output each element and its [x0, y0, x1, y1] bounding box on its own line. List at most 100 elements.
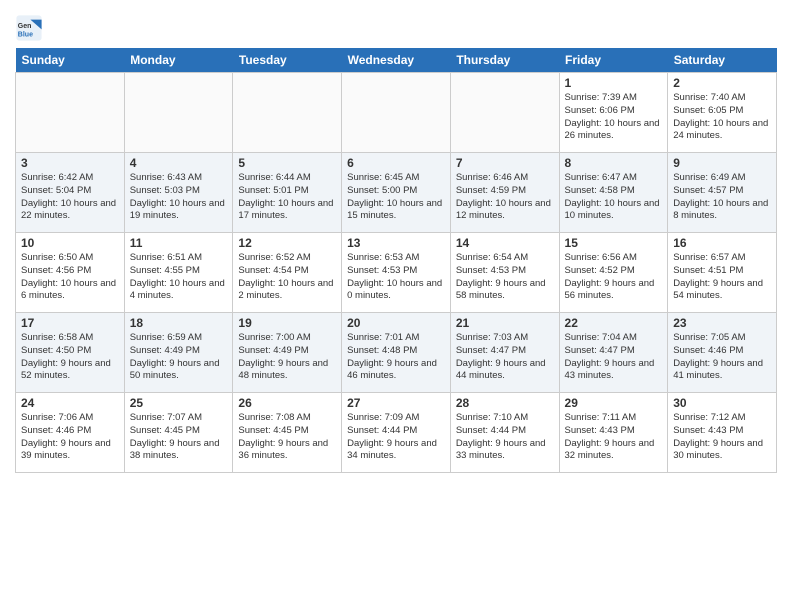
day-number: 17	[21, 316, 119, 330]
svg-text:Gen: Gen	[18, 23, 32, 30]
day-number: 2	[673, 76, 771, 90]
day-info: Sunrise: 6:50 AM Sunset: 4:56 PM Dayligh…	[21, 252, 119, 303]
calendar-cell: 10 Sunrise: 6:50 AM Sunset: 4:56 PM Dayli…	[16, 233, 125, 313]
day-info: Sunrise: 6:44 AM Sunset: 5:01 PM Dayligh…	[238, 172, 336, 223]
day-info: Sunrise: 7:04 AM Sunset: 4:47 PM Dayligh…	[565, 332, 663, 383]
day-info: Sunrise: 7:39 AM Sunset: 6:06 PM Dayligh…	[565, 92, 663, 143]
day-number: 6	[347, 156, 445, 170]
day-number: 23	[673, 316, 771, 330]
calendar-cell	[124, 73, 233, 153]
day-number: 28	[456, 396, 554, 410]
day-number: 10	[21, 236, 119, 250]
day-number: 24	[21, 396, 119, 410]
day-number: 15	[565, 236, 663, 250]
day-number: 18	[130, 316, 228, 330]
calendar-cell: 28 Sunrise: 7:10 AM Sunset: 4:44 PM Dayli…	[450, 393, 559, 473]
week-row-5: 24 Sunrise: 7:06 AM Sunset: 4:46 PM Dayli…	[16, 393, 777, 473]
calendar-cell: 27 Sunrise: 7:09 AM Sunset: 4:44 PM Dayli…	[342, 393, 451, 473]
calendar-cell: 14 Sunrise: 6:54 AM Sunset: 4:53 PM Dayli…	[450, 233, 559, 313]
calendar-cell: 25 Sunrise: 7:07 AM Sunset: 4:45 PM Dayli…	[124, 393, 233, 473]
week-row-3: 10 Sunrise: 6:50 AM Sunset: 4:56 PM Dayli…	[16, 233, 777, 313]
day-header-thursday: Thursday	[450, 48, 559, 73]
day-number: 8	[565, 156, 663, 170]
calendar-cell: 6Sunrise: 6:45 AM Sunset: 5:00 PM Daylig…	[342, 153, 451, 233]
day-number: 13	[347, 236, 445, 250]
day-header-saturday: Saturday	[668, 48, 777, 73]
day-info: Sunrise: 7:06 AM Sunset: 4:46 PM Dayligh…	[21, 412, 119, 463]
day-info: Sunrise: 7:12 AM Sunset: 4:43 PM Dayligh…	[673, 412, 771, 463]
day-info: Sunrise: 7:40 AM Sunset: 6:05 PM Dayligh…	[673, 92, 771, 143]
calendar-cell: 17 Sunrise: 6:58 AM Sunset: 4:50 PM Dayli…	[16, 313, 125, 393]
calendar-cell: 24 Sunrise: 7:06 AM Sunset: 4:46 PM Dayli…	[16, 393, 125, 473]
day-header-sunday: Sunday	[16, 48, 125, 73]
day-header-monday: Monday	[124, 48, 233, 73]
calendar-cell: 4 Sunrise: 6:43 AM Sunset: 5:03 PM Daylig…	[124, 153, 233, 233]
calendar-cell: 30Sunrise: 7:12 AM Sunset: 4:43 PM Dayli…	[668, 393, 777, 473]
day-info: Sunrise: 6:59 AM Sunset: 4:49 PM Dayligh…	[130, 332, 228, 383]
day-number: 19	[238, 316, 336, 330]
calendar-cell: 2 Sunrise: 7:40 AM Sunset: 6:05 PM Daylig…	[668, 73, 777, 153]
calendar-cell	[233, 73, 342, 153]
day-info: Sunrise: 6:54 AM Sunset: 4:53 PM Dayligh…	[456, 252, 554, 303]
day-info: Sunrise: 6:46 AM Sunset: 4:59 PM Dayligh…	[456, 172, 554, 223]
day-info: Sunrise: 6:58 AM Sunset: 4:50 PM Dayligh…	[21, 332, 119, 383]
day-info: Sunrise: 6:49 AM Sunset: 4:57 PM Dayligh…	[673, 172, 771, 223]
day-number: 20	[347, 316, 445, 330]
day-info: Sunrise: 7:03 AM Sunset: 4:47 PM Dayligh…	[456, 332, 554, 383]
day-info: Sunrise: 6:42 AM Sunset: 5:04 PM Dayligh…	[21, 172, 119, 223]
calendar-cell: 20 Sunrise: 7:01 AM Sunset: 4:48 PM Dayli…	[342, 313, 451, 393]
calendar-cell: 8 Sunrise: 6:47 AM Sunset: 4:58 PM Daylig…	[559, 153, 668, 233]
day-info: Sunrise: 7:01 AM Sunset: 4:48 PM Dayligh…	[347, 332, 445, 383]
calendar-cell	[450, 73, 559, 153]
calendar-cell: 29Sunrise: 7:11 AM Sunset: 4:43 PM Dayli…	[559, 393, 668, 473]
calendar-cell: 9 Sunrise: 6:49 AM Sunset: 4:57 PM Daylig…	[668, 153, 777, 233]
day-info: Sunrise: 7:00 AM Sunset: 4:49 PM Dayligh…	[238, 332, 336, 383]
day-number: 7	[456, 156, 554, 170]
calendar-cell: 22Sunrise: 7:04 AM Sunset: 4:47 PM Dayli…	[559, 313, 668, 393]
calendar-table: SundayMondayTuesdayWednesdayThursdayFrid…	[15, 48, 777, 473]
day-info: Sunrise: 7:09 AM Sunset: 4:44 PM Dayligh…	[347, 412, 445, 463]
day-info: Sunrise: 6:57 AM Sunset: 4:51 PM Dayligh…	[673, 252, 771, 303]
calendar-cell: 1Sunrise: 7:39 AM Sunset: 6:06 PM Daylig…	[559, 73, 668, 153]
day-info: Sunrise: 6:43 AM Sunset: 5:03 PM Dayligh…	[130, 172, 228, 223]
day-info: Sunrise: 6:51 AM Sunset: 4:55 PM Dayligh…	[130, 252, 228, 303]
day-header-friday: Friday	[559, 48, 668, 73]
day-info: Sunrise: 7:11 AM Sunset: 4:43 PM Dayligh…	[565, 412, 663, 463]
day-number: 5	[238, 156, 336, 170]
calendar-cell: 19 Sunrise: 7:00 AM Sunset: 4:49 PM Dayli…	[233, 313, 342, 393]
calendar-cell: 7 Sunrise: 6:46 AM Sunset: 4:59 PM Daylig…	[450, 153, 559, 233]
day-number: 11	[130, 236, 228, 250]
day-number: 27	[347, 396, 445, 410]
day-header-tuesday: Tuesday	[233, 48, 342, 73]
day-number: 21	[456, 316, 554, 330]
calendar-cell: 13 Sunrise: 6:53 AM Sunset: 4:53 PM Dayli…	[342, 233, 451, 313]
day-info: Sunrise: 7:05 AM Sunset: 4:46 PM Dayligh…	[673, 332, 771, 383]
day-number: 3	[21, 156, 119, 170]
calendar-cell: 3 Sunrise: 6:42 AM Sunset: 5:04 PM Daylig…	[16, 153, 125, 233]
week-row-2: 3 Sunrise: 6:42 AM Sunset: 5:04 PM Daylig…	[16, 153, 777, 233]
day-number: 9	[673, 156, 771, 170]
calendar-cell: 16Sunrise: 6:57 AM Sunset: 4:51 PM Dayli…	[668, 233, 777, 313]
calendar-cell: 21 Sunrise: 7:03 AM Sunset: 4:47 PM Dayli…	[450, 313, 559, 393]
day-number: 12	[238, 236, 336, 250]
week-row-1: 1Sunrise: 7:39 AM Sunset: 6:06 PM Daylig…	[16, 73, 777, 153]
day-info: Sunrise: 7:07 AM Sunset: 4:45 PM Dayligh…	[130, 412, 228, 463]
day-number: 4	[130, 156, 228, 170]
day-info: Sunrise: 6:47 AM Sunset: 4:58 PM Dayligh…	[565, 172, 663, 223]
week-row-4: 17 Sunrise: 6:58 AM Sunset: 4:50 PM Dayli…	[16, 313, 777, 393]
calendar-cell: 5 Sunrise: 6:44 AM Sunset: 5:01 PM Daylig…	[233, 153, 342, 233]
day-header-wednesday: Wednesday	[342, 48, 451, 73]
calendar-cell	[16, 73, 125, 153]
calendar-cell: 11 Sunrise: 6:51 AM Sunset: 4:55 PM Dayli…	[124, 233, 233, 313]
day-info: Sunrise: 6:56 AM Sunset: 4:52 PM Dayligh…	[565, 252, 663, 303]
calendar-cell: 12 Sunrise: 6:52 AM Sunset: 4:54 PM Dayli…	[233, 233, 342, 313]
day-info: Sunrise: 6:53 AM Sunset: 4:53 PM Dayligh…	[347, 252, 445, 303]
day-info: Sunrise: 7:08 AM Sunset: 4:45 PM Dayligh…	[238, 412, 336, 463]
header-row: SundayMondayTuesdayWednesdayThursdayFrid…	[16, 48, 777, 73]
header: Gen Blue	[15, 10, 777, 42]
day-number: 14	[456, 236, 554, 250]
calendar-cell: 15 Sunrise: 6:56 AM Sunset: 4:52 PM Dayli…	[559, 233, 668, 313]
day-info: Sunrise: 6:52 AM Sunset: 4:54 PM Dayligh…	[238, 252, 336, 303]
day-number: 25	[130, 396, 228, 410]
day-info: Sunrise: 7:10 AM Sunset: 4:44 PM Dayligh…	[456, 412, 554, 463]
